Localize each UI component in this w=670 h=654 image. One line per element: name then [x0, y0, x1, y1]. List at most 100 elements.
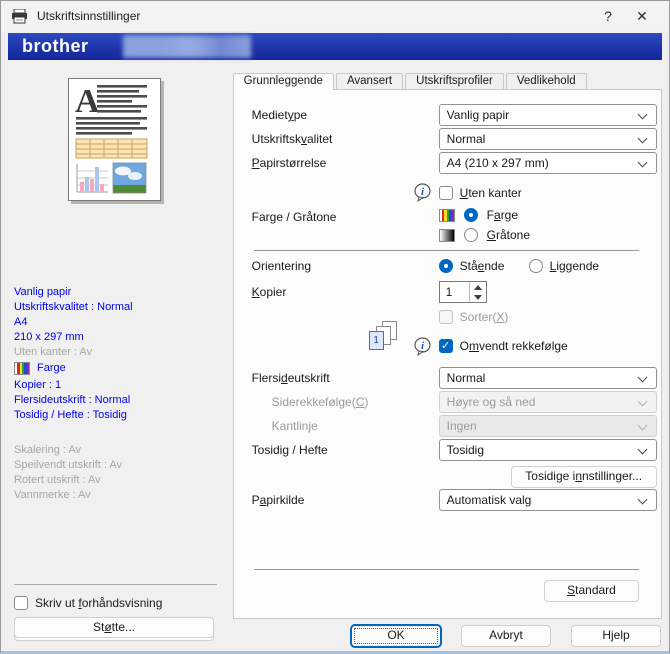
- grayscale-radio[interactable]: [463, 228, 478, 242]
- chevron-down-icon: [637, 372, 648, 383]
- svg-text:A: A: [75, 83, 100, 120]
- copies-row: Kopier 1: [234, 281, 661, 303]
- summary-color-row: Farge: [14, 361, 66, 376]
- section-separator: [253, 250, 639, 251]
- chevron-down-icon: [637, 109, 648, 120]
- summary-paper-size: A4: [14, 316, 28, 328]
- dialog-footer: OK Avbryt Hjelp: [351, 625, 661, 647]
- help-button[interactable]: ?: [591, 3, 625, 29]
- print-quality-row: Utskriftskvalitet Normal: [234, 128, 661, 150]
- color-grayscale-label: Farge / Gråtone: [251, 210, 337, 224]
- summary-borderless: Uten kanter : Av: [14, 346, 93, 358]
- color-icon: [14, 362, 30, 375]
- chevron-down-icon: [637, 420, 648, 431]
- settings-tab-area: Grunnleggende Avansert Utskriftsprofiler…: [232, 60, 662, 651]
- summary-rotated: Rotert utskrift : Av: [14, 474, 101, 486]
- borderless-row: i Uten kanter: [234, 183, 661, 203]
- orientation-label: Orientering: [251, 259, 312, 273]
- paper-source-dropdown[interactable]: Automatisk valg: [438, 489, 657, 511]
- copies-stepper[interactable]: 1: [438, 281, 487, 303]
- grayscale-radio-label: Gråtone: [486, 228, 531, 242]
- standard-button[interactable]: Standard: [544, 580, 639, 602]
- paper-size-label: Papirstørrelse: [251, 156, 327, 170]
- settings-summary-panel: A Vanlig papir Utskriftskvalitet: Norma…: [8, 60, 229, 651]
- landscape-radio-label: Liggende: [549, 259, 600, 273]
- stacked-pages-icon: 1: [368, 321, 399, 353]
- chevron-down-icon: [637, 133, 648, 144]
- chevron-down-icon: [637, 444, 648, 455]
- info-icon: i: [413, 336, 432, 356]
- page-order-label: Siderekkefølge(C): [271, 395, 369, 409]
- paper-size-dropdown[interactable]: A4 (210 x 297 mm): [438, 152, 657, 174]
- summary-paper-dimensions: 210 x 297 mm: [14, 331, 84, 343]
- copies-value[interactable]: 1: [440, 282, 469, 302]
- color-radio[interactable]: [463, 208, 478, 222]
- print-preview-label: Skriv ut forhåndsvisning: [35, 596, 163, 610]
- print-preview-checkbox[interactable]: [14, 596, 28, 610]
- print-settings-dialog: Utskriftsinnstillinger ? ✕ brother A Van…: [0, 0, 670, 654]
- multipage-dropdown[interactable]: Normal: [438, 367, 657, 389]
- portrait-radio[interactable]: [438, 259, 453, 273]
- page-order-dropdown: Høyre og så ned: [438, 391, 657, 413]
- collate-checkbox: [438, 310, 453, 324]
- media-type-row: Medietype Vanlig papir: [234, 104, 661, 126]
- duplex-dropdown[interactable]: Tosidig: [438, 439, 657, 461]
- tab-grunnleggende[interactable]: Grunnleggende: [232, 73, 334, 90]
- border-line-label: Kantlinje: [271, 419, 318, 433]
- info-icon: i: [413, 183, 432, 203]
- bottom-separator: [253, 569, 639, 570]
- reverse-order-row: 1 i ✓ Omvendt rekkefølge: [234, 321, 661, 362]
- summary-multipage: Flersideutskrift : Normal: [14, 394, 131, 406]
- media-type-dropdown[interactable]: Vanlig papir: [438, 104, 657, 126]
- support-button[interactable]: Støtte...: [14, 617, 214, 638]
- landscape-radio[interactable]: [528, 259, 543, 273]
- paper-source-label: Papirkilde: [251, 493, 305, 507]
- help-footer-button[interactable]: Hjelp: [571, 625, 661, 647]
- borderless-checkbox[interactable]: [438, 185, 453, 200]
- tab-utskriftsprofiler[interactable]: Utskriftsprofiler: [405, 73, 504, 89]
- chevron-down-icon: [637, 494, 648, 505]
- brother-logo: brother: [22, 36, 89, 56]
- duplex-settings-row: Tosidige innstillinger...: [234, 466, 661, 488]
- color-radio-label: Farge: [486, 208, 519, 222]
- close-button[interactable]: ✕: [625, 3, 659, 29]
- color-icon: [438, 208, 455, 222]
- tab-page-basic: Medietype Vanlig papir Utskriftskvalitet…: [232, 89, 662, 619]
- color-grayscale-row: Farge / Gråtone Farge Gråtone: [234, 208, 661, 242]
- ok-button[interactable]: OK: [351, 625, 441, 647]
- duplex-settings-button[interactable]: Tosidige innstillinger...: [510, 466, 657, 488]
- multipage-label: Flersideutskrift: [251, 371, 330, 385]
- copies-down-button[interactable]: [470, 292, 486, 302]
- chevron-down-icon: [637, 157, 648, 168]
- summary-duplex: Tosidig / Hefte : Tosidig: [14, 409, 127, 421]
- summary-scaling: Skalering : Av: [14, 444, 82, 456]
- title-bar: Utskriftsinnstillinger ? ✕: [1, 1, 669, 31]
- print-quality-label: Utskriftskvalitet: [251, 132, 333, 146]
- reverse-order-label: Omvendt rekkefølge: [459, 339, 568, 353]
- sidebar-separator: [14, 584, 217, 585]
- tab-avansert[interactable]: Avansert: [335, 73, 404, 89]
- orientation-row: Orientering Stående Liggende: [234, 259, 661, 273]
- paper-source-row: Papirkilde Automatisk valg: [234, 489, 661, 511]
- copies-up-button[interactable]: [470, 282, 486, 292]
- print-preview-thumbnail: A: [68, 78, 161, 201]
- print-quality-dropdown[interactable]: Normal: [438, 128, 657, 150]
- copies-label: Kopier: [251, 285, 287, 299]
- summary-mirror: Speilvendt utskrift : Av: [14, 459, 123, 471]
- tab-strip: Grunnleggende Avansert Utskriftsprofiler…: [232, 72, 662, 90]
- paper-size-row: Papirstørrelse A4 (210 x 297 mm): [234, 152, 661, 174]
- cancel-button[interactable]: Avbryt: [461, 625, 551, 647]
- summary-media-type: Vanlig papir: [14, 286, 72, 298]
- borderless-label: Uten kanter: [459, 185, 522, 200]
- portrait-radio-label: Stående: [459, 259, 505, 273]
- border-line-row: Kantlinje Ingen: [234, 415, 661, 437]
- border-line-dropdown: Ingen: [438, 415, 657, 437]
- tab-vedlikehold[interactable]: Vedlikehold: [505, 73, 587, 89]
- print-preview-checkbox-row[interactable]: Skriv ut forhåndsvisning: [14, 596, 162, 610]
- window-title: Utskriftsinnstillinger: [37, 9, 141, 23]
- printer-model-blurred: [123, 35, 251, 58]
- brother-banner: brother: [8, 33, 662, 60]
- summary-copies: Kopier : 1: [14, 379, 62, 391]
- grayscale-icon: [438, 228, 455, 242]
- reverse-order-checkbox[interactable]: ✓: [438, 339, 453, 353]
